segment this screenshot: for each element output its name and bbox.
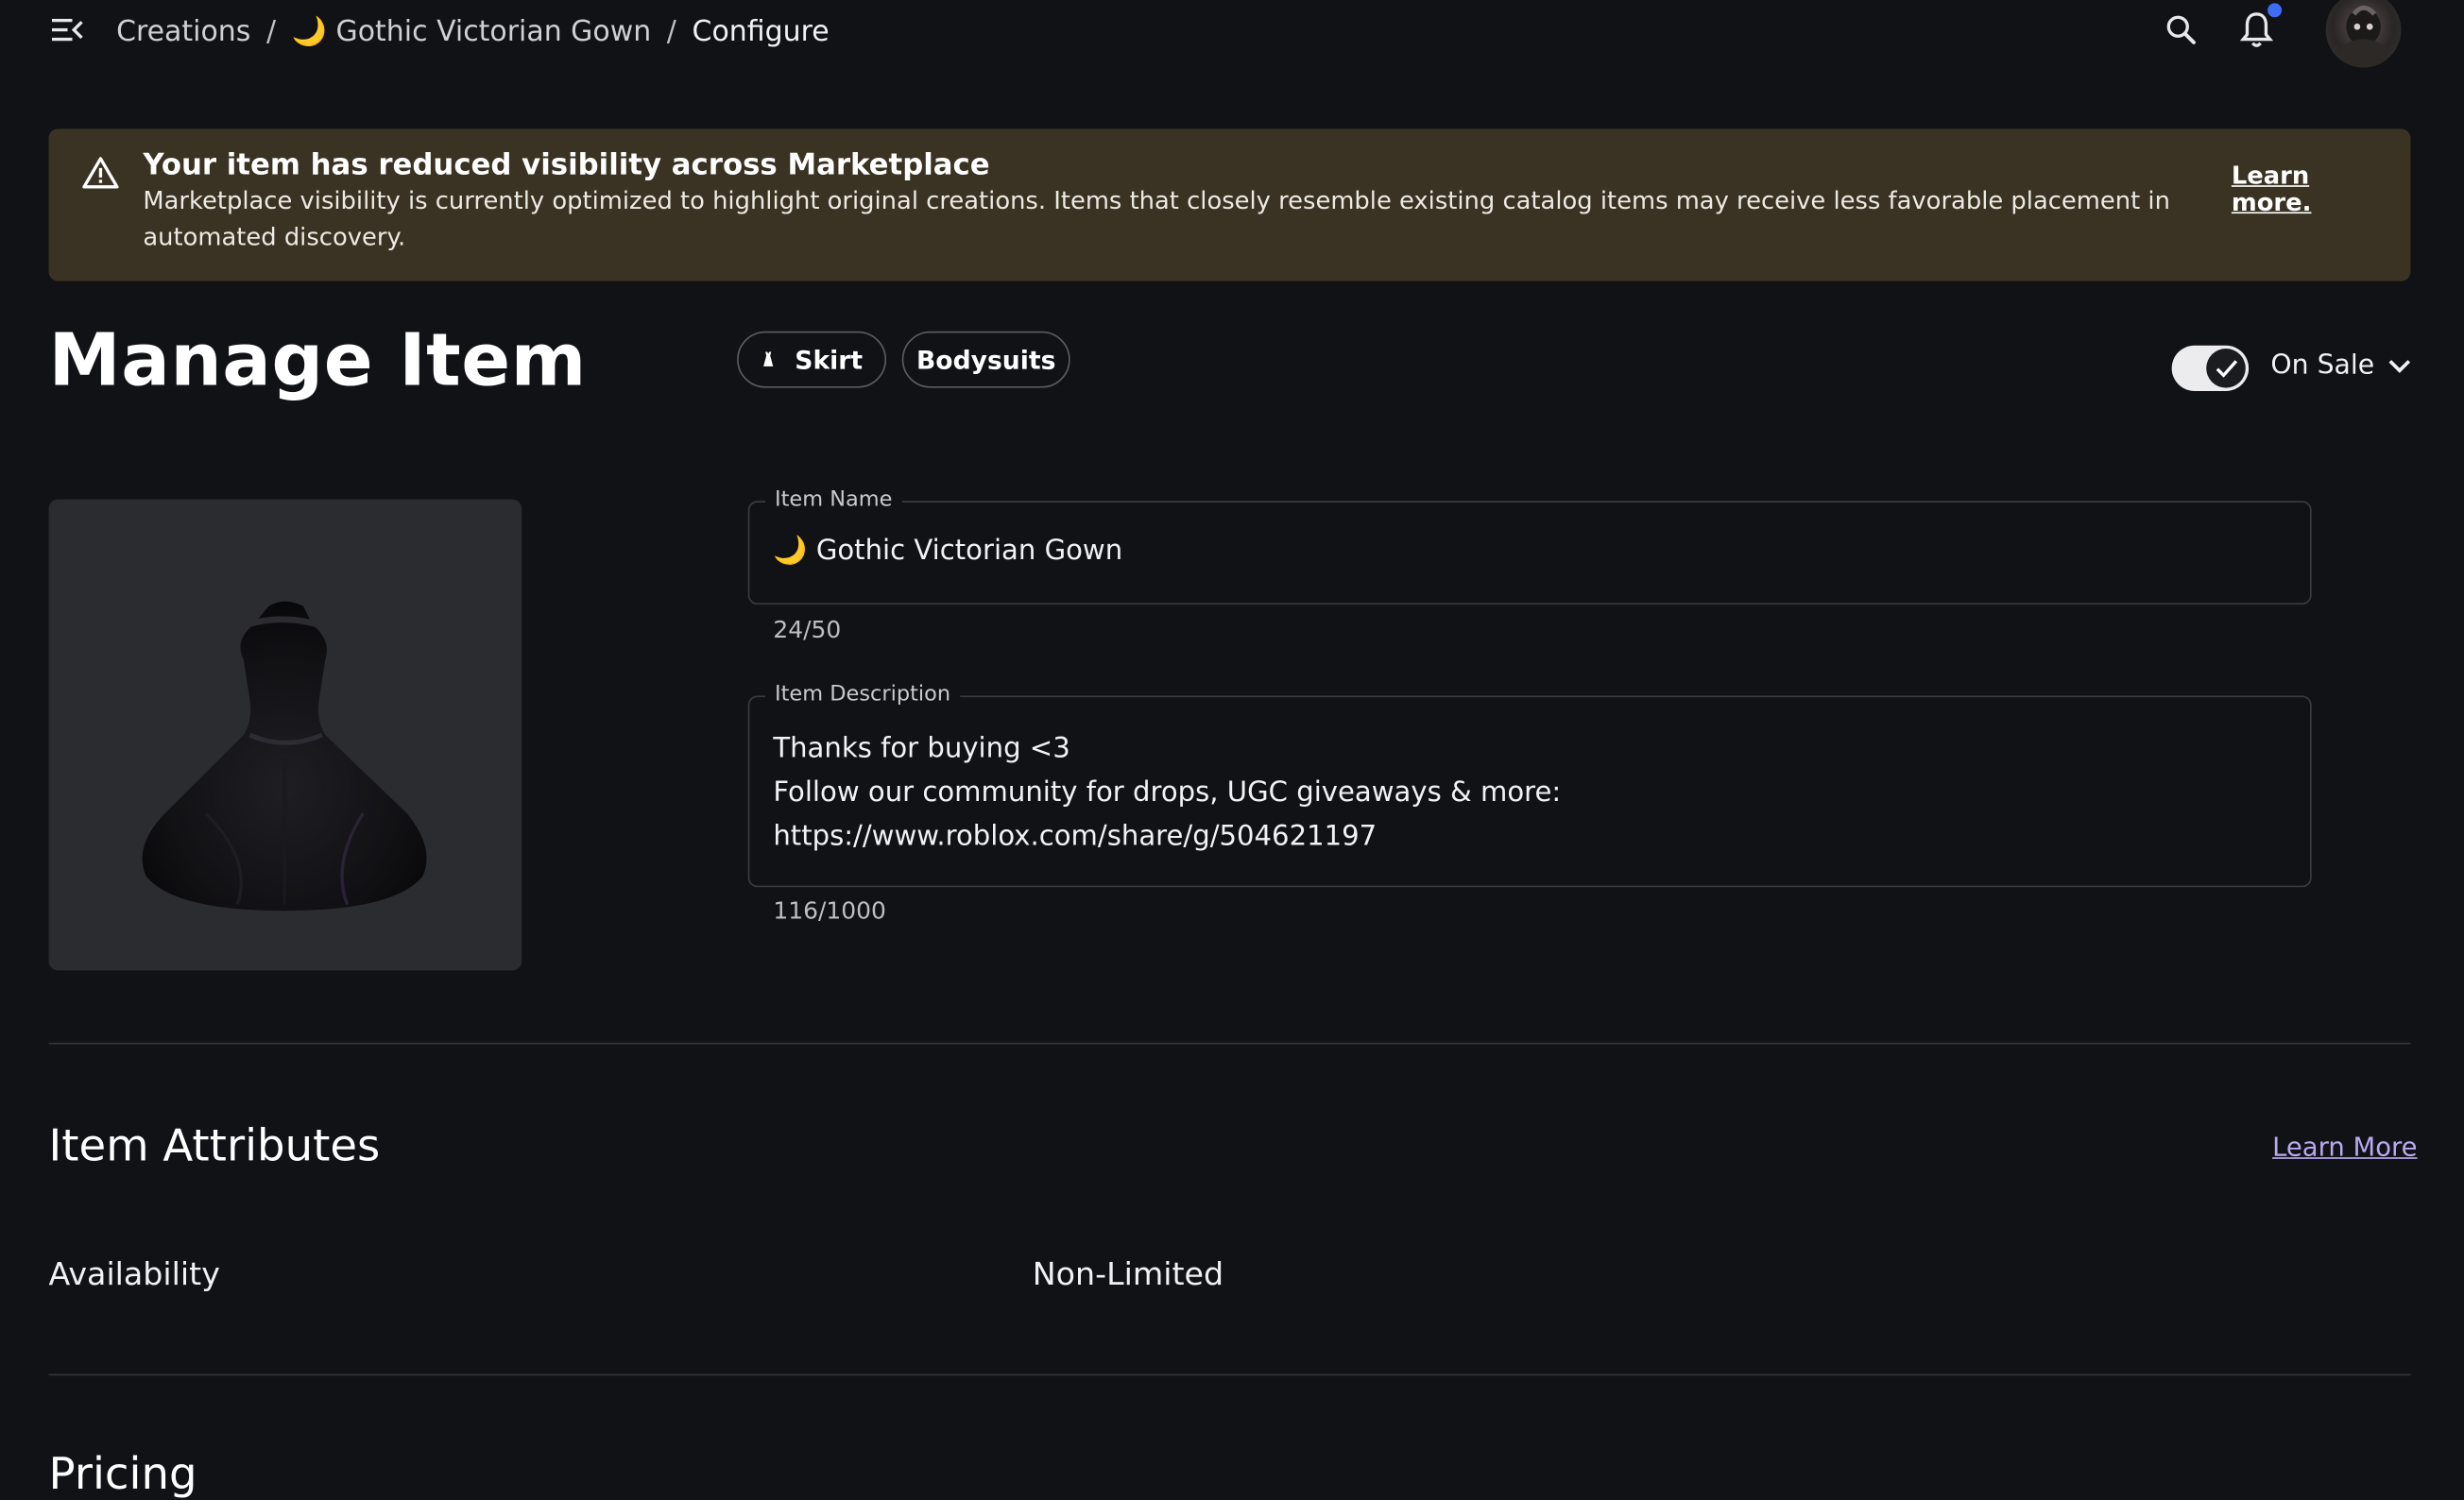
breadcrumb: Creations / 🌙 Gothic Victorian Gown / Co… [116,12,830,50]
menu-collapse-icon[interactable] [51,16,83,44]
banner-body: Marketplace visibility is currently opti… [143,186,2170,251]
sale-status-dropdown[interactable]: On Sale [2270,350,2412,382]
on-sale-toggle[interactable] [2171,345,2250,391]
check-icon [2215,359,2237,377]
banner-learn-more-link[interactable]: Learn more. [2232,162,2326,217]
attributes-learn-more-link[interactable]: Learn More [2272,1133,2417,1163]
search-icon[interactable] [2164,12,2199,47]
item-name-label: Item Name [765,486,902,512]
warning-icon [82,157,119,189]
availability-value: Non-Limited [1032,1254,1224,1293]
toggle-knob [2206,349,2246,388]
category-chip-bodysuits[interactable]: Bodysuits [901,331,1070,388]
avatar[interactable] [2325,0,2402,68]
category-chip-skirt[interactable]: Skirt [737,331,887,388]
chip-label: Bodysuits [915,344,1056,375]
breadcrumb-separator: / [266,14,277,48]
notification-dot [2267,3,2283,18]
chevron-down-icon [2388,360,2411,373]
sale-status-label: On Sale [2270,349,2375,382]
item-name-input[interactable]: 🌙 Gothic Victorian Gown [773,536,1122,567]
gown-image-icon [142,601,427,912]
item-description-counter: 116/1000 [773,896,886,926]
item-attributes-title: Item Attributes [48,1119,381,1172]
breadcrumb-creations[interactable]: Creations [116,15,250,48]
page-title: Manage Item [48,316,587,402]
banner-title: Your item has reduced visibility across … [143,148,990,182]
availability-label: Availability [48,1254,220,1293]
dress-icon [763,351,774,366]
item-description-input[interactable]: Thanks for buying <3 Follow our communit… [773,727,2282,860]
breadcrumb-configure: Configure [692,14,830,48]
section-divider [48,1042,2411,1045]
breadcrumb-item[interactable]: 🌙 Gothic Victorian Gown [292,15,651,48]
item-description-label: Item Description [765,681,961,707]
item-name-field[interactable]: Item Name 🌙 Gothic Victorian Gown [747,486,2312,605]
section-divider [48,1373,2411,1376]
breadcrumb-separator: / [666,14,676,48]
item-name-counter: 24/50 [773,615,842,644]
item-description-field[interactable]: Item Description Thanks for buying <3 Fo… [747,681,2312,888]
pricing-title: Pricing [48,1447,197,1500]
item-thumbnail[interactable] [48,499,522,971]
chip-label: Skirt [795,344,864,375]
avatar-image-icon [2337,5,2389,68]
